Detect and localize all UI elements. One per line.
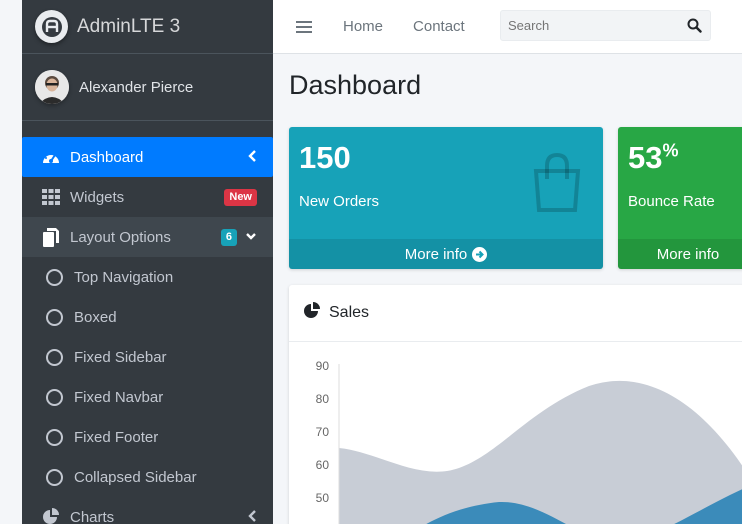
sidebar-item-top-navigation[interactable]: Top Navigation [22, 257, 273, 297]
avatar [35, 70, 69, 104]
stat-value: 150 [299, 140, 351, 175]
stat-box-new-orders: 150 New Orders More info [289, 127, 603, 269]
sidebar-item-label: Widgets [70, 188, 125, 206]
sidebar-item-boxed[interactable]: Boxed [22, 297, 273, 337]
y-axis-ticks: 90 80 70 60 50 [316, 359, 330, 505]
layout-options-submenu: Top Navigation Boxed Fixed Sidebar Fixed… [22, 257, 273, 497]
stat-label: Bounce Rate [628, 193, 715, 210]
shopping-bag-icon [526, 151, 588, 218]
stat-number: 53 [628, 140, 663, 175]
sales-card: Sales 90 80 70 60 50 [289, 285, 742, 524]
sidebar-item-widgets[interactable]: Widgets New [22, 177, 273, 217]
grid-icon [40, 187, 62, 207]
hamburger-menu-icon[interactable] [296, 18, 312, 36]
sidebar-item-fixed-footer[interactable]: Fixed Footer [22, 417, 273, 457]
navbar-search [500, 10, 711, 41]
stat-label: New Orders [299, 193, 380, 210]
y-tick-label: 60 [316, 458, 330, 472]
sidebar-item-label: Charts [70, 508, 115, 524]
page-title: Dashboard [289, 70, 422, 100]
new-badge: New [224, 189, 257, 206]
sidebar-item-dashboard[interactable]: Dashboard [22, 137, 273, 177]
stat-box-bounce-rate: 53% Bounce Rate More info [618, 127, 742, 269]
circle-icon [46, 468, 63, 486]
sidebar-item-label: Dashboard [70, 148, 144, 166]
brand-link[interactable]: AdminLTE 3 [22, 0, 273, 54]
search-input[interactable] [501, 18, 681, 33]
sidebar-item-charts[interactable]: Charts [22, 497, 273, 524]
chevron-down-icon [245, 229, 257, 246]
y-tick-label: 70 [316, 425, 330, 439]
user-panel[interactable]: Alexander Pierce [22, 54, 273, 121]
nav-link-contact[interactable]: Contact [413, 18, 465, 35]
y-tick-label: 80 [316, 392, 330, 406]
nav-link-home[interactable]: Home [343, 18, 383, 35]
circle-icon [46, 268, 63, 286]
sidebar-item-layout-options[interactable]: Layout Options 6 [22, 217, 273, 257]
circle-icon [46, 308, 63, 326]
pie-chart-icon [303, 301, 321, 325]
circle-icon [46, 388, 63, 406]
more-info-link[interactable]: More info [289, 239, 603, 269]
search-icon[interactable] [681, 13, 707, 39]
count-badge: 6 [220, 229, 237, 246]
page-gutter [0, 0, 22, 524]
card-title: Sales [329, 304, 370, 321]
arrow-circle-right-icon [472, 246, 488, 262]
sales-chart: 90 80 70 60 50 [316, 359, 742, 524]
adminlte-logo-icon [35, 10, 68, 43]
sidebar-item-fixed-navbar[interactable]: Fixed Navbar [22, 377, 273, 417]
chevron-left-icon [247, 509, 257, 524]
sidebar-nav: Dashboard Widgets New Layout Options 6 T… [22, 137, 273, 524]
card-header: Sales [289, 285, 742, 342]
y-tick-label: 50 [316, 491, 330, 505]
sidebar-item-collapsed-sidebar[interactable]: Collapsed Sidebar [22, 457, 273, 497]
sidebar-item-label: Collapsed Sidebar [74, 468, 197, 486]
user-name: Alexander Pierce [79, 78, 194, 96]
more-info-label: More info [656, 245, 720, 263]
circle-icon [46, 428, 63, 446]
more-info-label: More info [404, 245, 468, 263]
top-navbar: Home Contact [273, 0, 742, 54]
sidebar-item-label: Top Navigation [74, 268, 174, 286]
y-tick-label: 90 [316, 359, 330, 373]
sidebar-item-label: Fixed Sidebar [74, 348, 167, 366]
sidebar-item-fixed-sidebar[interactable]: Fixed Sidebar [22, 337, 273, 377]
series-area-gray [339, 380, 742, 524]
circle-icon [46, 348, 63, 366]
copy-icon [40, 227, 62, 247]
stat-value: 53% [628, 140, 679, 176]
sidebar-item-label: Boxed [74, 308, 117, 326]
sidebar-item-label: Layout Options [70, 228, 171, 246]
sidebar: AdminLTE 3 Alexander Pierce Dashboard Wi… [22, 0, 273, 524]
sidebar-item-label: Fixed Navbar [74, 388, 164, 406]
chevron-left-icon [247, 149, 257, 167]
stat-suffix: % [662, 140, 679, 161]
pie-chart-icon [40, 507, 62, 524]
tachometer-icon [40, 147, 62, 167]
sidebar-item-label: Fixed Footer [74, 428, 159, 446]
brand-text: AdminLTE 3 [77, 15, 181, 37]
more-info-link[interactable]: More info [618, 239, 742, 269]
